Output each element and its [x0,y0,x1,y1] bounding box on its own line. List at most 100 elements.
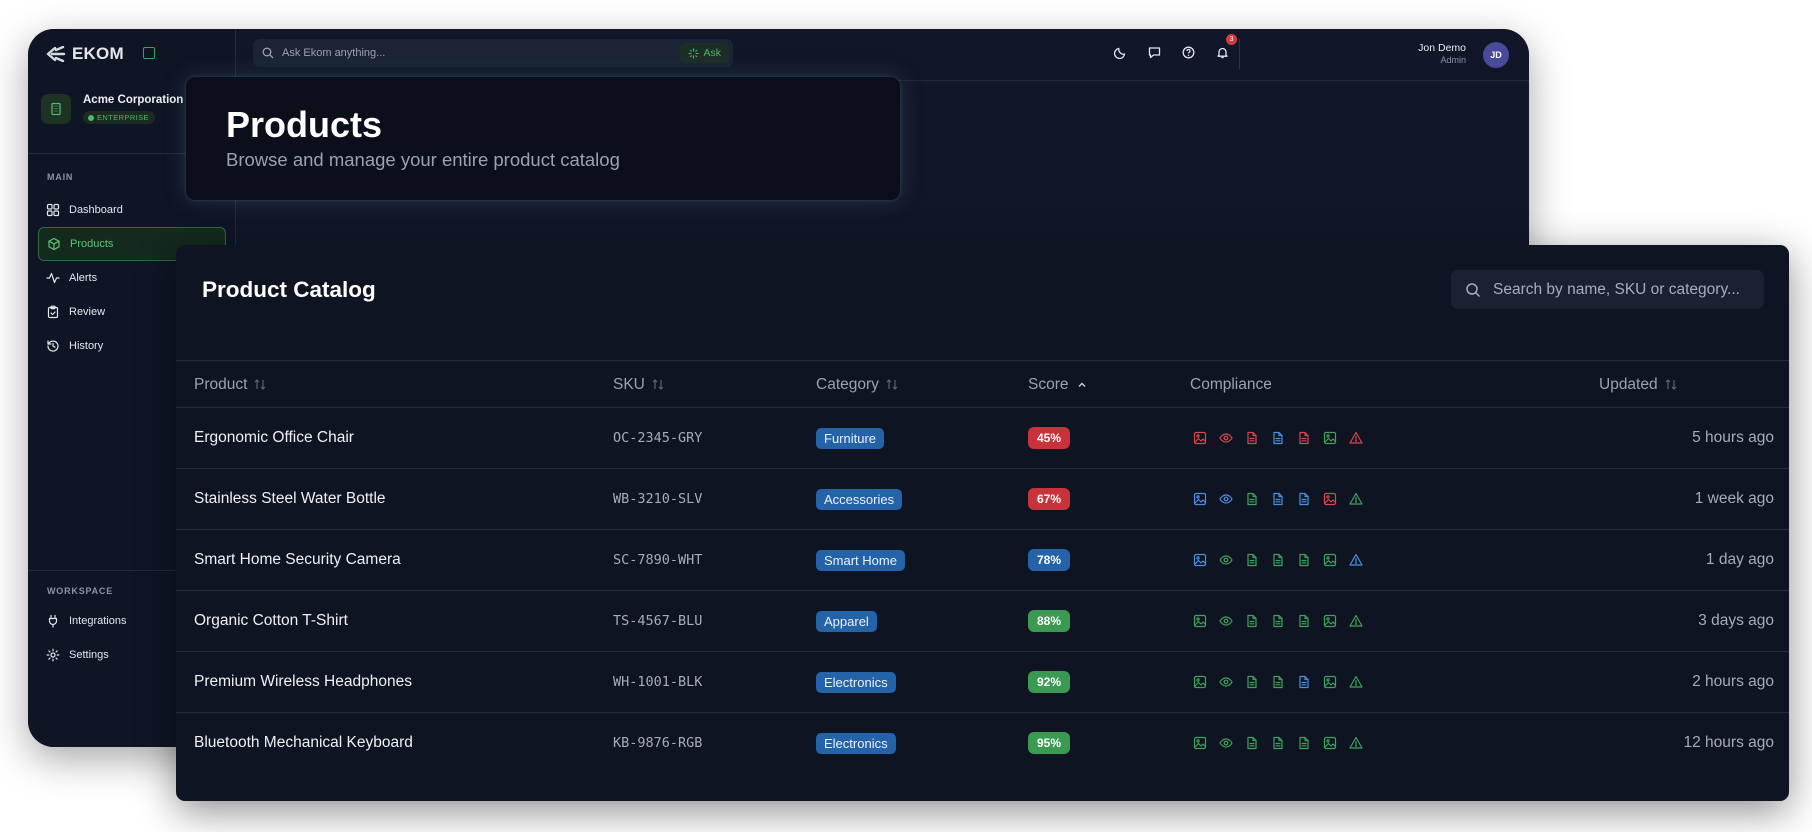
catalog-title: Product Catalog [202,277,376,302]
product-name[interactable]: Bluetooth Mechanical Keyboard [194,713,413,773]
column-label: SKU [613,375,645,393]
eye-icon[interactable] [1219,553,1233,567]
document-icon[interactable] [1297,431,1311,445]
product-sku: WH-1001-BLK [613,674,703,690]
brand-logo[interactable]: EKOM [46,44,124,64]
divider [1239,39,1240,69]
product-name[interactable]: Premium Wireless Headphones [194,652,412,712]
updated-time: 3 days ago [1698,612,1774,629]
user-role: Admin [1440,55,1466,65]
column-header-score[interactable]: Score [1028,361,1088,408]
image-icon[interactable] [1193,614,1207,628]
eye-icon[interactable] [1219,431,1233,445]
category-badge: Electronics [816,671,896,693]
eye-icon[interactable] [1219,614,1233,628]
top-bar: Ask Ekom anything... Ask 3 Jon Demo Admi… [236,29,1529,81]
table-row[interactable]: Organic Cotton T-Shirt TS-4567-BLU Appar… [176,591,1789,652]
document-icon[interactable] [1271,675,1285,689]
catalog-search-input[interactable]: Search by name, SKU or category... [1451,270,1764,309]
gear-icon [46,648,60,662]
category-badge: Apparel [816,610,877,632]
history-icon [47,340,59,352]
warning-icon[interactable] [1349,431,1363,445]
warning-icon[interactable] [1349,614,1363,628]
document-icon[interactable] [1271,492,1285,506]
document-icon[interactable] [1297,614,1311,628]
image-icon[interactable] [1323,675,1337,689]
image-icon[interactable] [1193,492,1207,506]
image-icon[interactable] [1323,431,1337,445]
sidebar-item-label: Settings [69,649,109,661]
warning-icon[interactable] [1349,553,1363,567]
warning-icon[interactable] [1349,736,1363,750]
catalog-search-placeholder: Search by name, SKU or category... [1493,280,1740,298]
product-sku: TS-4567-BLU [613,613,703,629]
document-icon[interactable] [1245,736,1259,750]
sidebar-item-label: History [69,340,104,352]
document-icon[interactable] [1245,614,1259,628]
brand-name: EKOM [72,44,124,63]
product-name[interactable]: Stainless Steel Water Bottle [194,469,386,529]
global-search-input[interactable]: Ask Ekom anything... Ask [253,39,733,67]
document-icon[interactable] [1297,492,1311,506]
column-header-sku[interactable]: SKU [613,361,664,408]
image-icon[interactable] [1193,553,1207,567]
document-icon[interactable] [1297,675,1311,689]
product-name[interactable]: Smart Home Security Camera [194,530,401,590]
help-icon[interactable] [1182,46,1195,59]
ask-button[interactable]: Ask [680,43,729,63]
category-badge: Furniture [816,427,885,449]
updated-time: 1 day ago [1705,551,1774,568]
eye-icon[interactable] [1219,736,1233,750]
image-icon[interactable] [1193,736,1207,750]
table-row[interactable]: Premium Wireless Headphones WH-1001-BLK … [176,652,1789,713]
document-icon[interactable] [1245,553,1259,567]
image-icon[interactable] [1323,614,1337,628]
category-cell: Electronics [816,652,896,712]
bell-icon[interactable] [1216,46,1229,59]
image-icon[interactable] [1323,553,1337,567]
column-label: Updated [1599,375,1658,393]
product-catalog-panel: Product Catalog Search by name, SKU or c… [176,245,1789,801]
score-badge: 45% [1028,427,1071,449]
sidebar-item-label: Review [69,306,106,318]
sidebar-item-label: Dashboard [69,204,123,216]
column-header-category[interactable]: Category [816,361,898,408]
document-icon[interactable] [1271,553,1285,567]
warning-icon[interactable] [1349,492,1363,506]
image-icon[interactable] [1193,431,1207,445]
document-icon[interactable] [1297,736,1311,750]
column-header-updated[interactable]: Updated [1599,361,1677,408]
product-name[interactable]: Ergonomic Office Chair [194,408,354,468]
org-name: Acme Corporation [83,94,184,106]
image-icon[interactable] [1323,492,1337,506]
sparkle-icon [688,48,699,58]
document-icon[interactable] [1297,553,1311,567]
image-icon[interactable] [1193,675,1207,689]
table-row[interactable]: Bluetooth Mechanical Keyboard KB-9876-RG… [176,713,1789,774]
warning-icon[interactable] [1349,675,1363,689]
avatar[interactable]: JD [1483,42,1509,68]
document-icon[interactable] [1271,736,1285,750]
table-row[interactable]: Smart Home Security Camera SC-7890-WHT S… [176,530,1789,591]
eye-icon[interactable] [1219,492,1233,506]
category-badge: Accessories [816,488,903,510]
table-row[interactable]: Stainless Steel Water Bottle WB-3210-SLV… [176,469,1789,530]
document-icon[interactable] [1245,431,1259,445]
compliance-icons [1193,591,1363,651]
product-name[interactable]: Organic Cotton T-Shirt [194,591,348,651]
sidebar-collapse-icon[interactable] [143,47,155,59]
moon-icon[interactable] [1114,46,1127,59]
document-icon[interactable] [1245,675,1259,689]
document-icon[interactable] [1271,614,1285,628]
search-icon [1466,282,1481,297]
score-badge: 67% [1028,488,1071,510]
document-icon[interactable] [1245,492,1259,506]
table-row[interactable]: Ergonomic Office Chair OC-2345-GRY Furni… [176,408,1789,469]
image-icon[interactable] [1323,736,1337,750]
eye-icon[interactable] [1219,675,1233,689]
product-sku: OC-2345-GRY [613,430,703,446]
document-icon[interactable] [1271,431,1285,445]
column-header-product[interactable]: Product [194,361,266,408]
chat-icon[interactable] [1148,46,1161,59]
